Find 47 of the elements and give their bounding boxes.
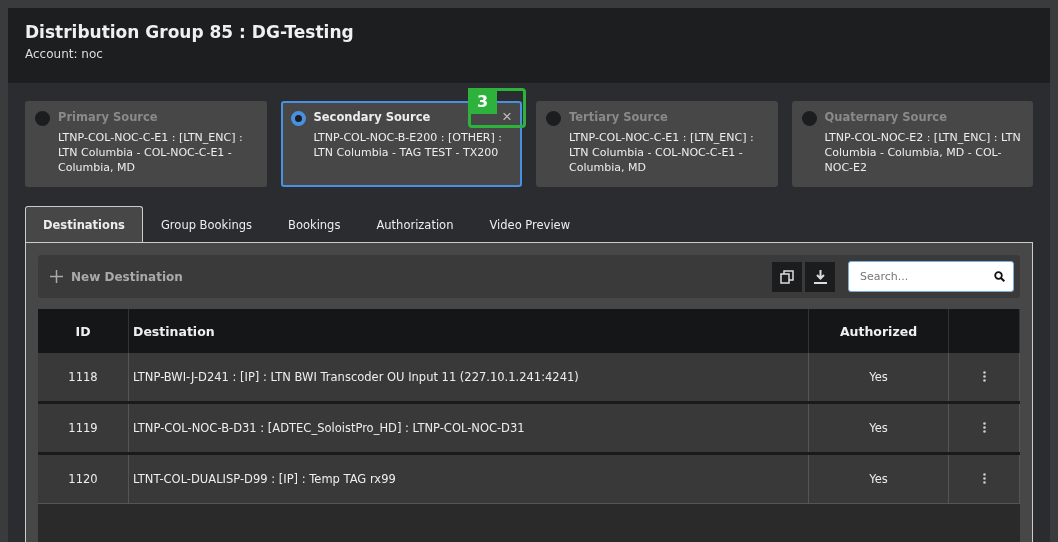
table-cell: LTNP-BWI-J-D241 : [IP] : LTN BWI Transcoder OU Input 11 (227.10.1.241:4241) xyxy=(128,353,809,403)
close-button[interactable]: × xyxy=(502,109,512,125)
table-cell: Yes xyxy=(808,453,949,504)
source-label: Quaternary Source xyxy=(824,110,947,124)
table-cell: 1119 xyxy=(38,402,129,454)
tab[interactable]: Bookings xyxy=(270,206,359,242)
source-detail: LTNP-COL-NOC-C-E1 : [LTN_ENC] : LTN Columbia - COL-NOC-C-E1 - Columbia, MD xyxy=(58,130,244,175)
account-label: Account: noc xyxy=(25,47,104,61)
search-field[interactable]: Search... xyxy=(848,261,1014,292)
search-icon xyxy=(994,271,1005,282)
more-icon xyxy=(982,421,986,433)
radio-button[interactable] xyxy=(801,111,817,126)
more-icon xyxy=(982,472,986,484)
new-destination-button[interactable]: New Destination xyxy=(50,269,183,284)
column-header: Authorized xyxy=(808,309,949,353)
source-label: Tertiary Source xyxy=(569,110,668,124)
tab[interactable]: Destinations xyxy=(25,206,143,242)
table-cell: Yes xyxy=(808,353,949,403)
table-cell: LTNP-COL-NOC-B-D31 : [ADTEC_SoloistPro_HD] : LTNP-COL-NOC-D31 xyxy=(128,402,809,454)
table-cell: 1120 xyxy=(38,453,129,504)
radio-button[interactable] xyxy=(290,111,306,126)
radio-button[interactable] xyxy=(546,111,561,126)
column-header: ID xyxy=(38,309,129,353)
tab[interactable]: Video Preview xyxy=(471,206,589,242)
annotation-badge: 3 xyxy=(468,88,497,114)
table-cell: LTNT-COL-DUALISP-D99 : [IP] : Temp TAG rx99 xyxy=(128,453,809,504)
source-label: Primary Source xyxy=(58,110,158,124)
column-header: Destination xyxy=(128,309,809,353)
source-card[interactable]: Tertiary Source LTNP-COL-NOC-C-E1 : [LTN_ENC] : LTN Columbia - COL-NOC-C-E1 - Columbia, MD xyxy=(536,101,778,187)
source-label: Secondary Source xyxy=(313,110,431,124)
copy-icon xyxy=(780,269,794,284)
table-cell: Yes xyxy=(808,402,949,454)
radio-button[interactable] xyxy=(35,111,50,126)
modal-title: Distribution Group 85 : DG-Testing xyxy=(25,22,355,42)
source-detail: LTNP-COL-NOC-C-E1 : [LTN_ENC] : LTN Columbia - COL-NOC-C-E1 - Columbia, MD xyxy=(569,130,755,175)
tab[interactable]: Group Bookings xyxy=(142,206,270,242)
source-card[interactable]: Quaternary Source LTNP-COL-NOC-E2 : [LTN_ENC] : LTN Columbia - Columbia, MD - COL-NOC-E2 xyxy=(791,101,1033,187)
download-button[interactable] xyxy=(805,261,835,292)
source-detail: LTNP-COL-NOC-E2 : [LTN_ENC] : LTN Columbia - Columbia, MD - COL-NOC-E2 xyxy=(824,130,1022,175)
source-detail: LTNP-COL-NOC-B-E200 : [OTHER] : LTN Columbia - TAG TEST - TX200 xyxy=(313,130,503,160)
download-icon xyxy=(813,269,827,284)
more-icon xyxy=(982,370,986,382)
source-card[interactable]: Primary Source LTNP-COL-NOC-C-E1 : [LTN_ENC] : LTN Columbia - COL-NOC-C-E1 - Columbia, MD xyxy=(25,101,267,187)
table-cell: 1118 xyxy=(38,353,129,403)
copy-button[interactable] xyxy=(772,261,802,292)
plus-icon xyxy=(50,270,63,283)
tab[interactable]: Authorization xyxy=(358,206,472,242)
